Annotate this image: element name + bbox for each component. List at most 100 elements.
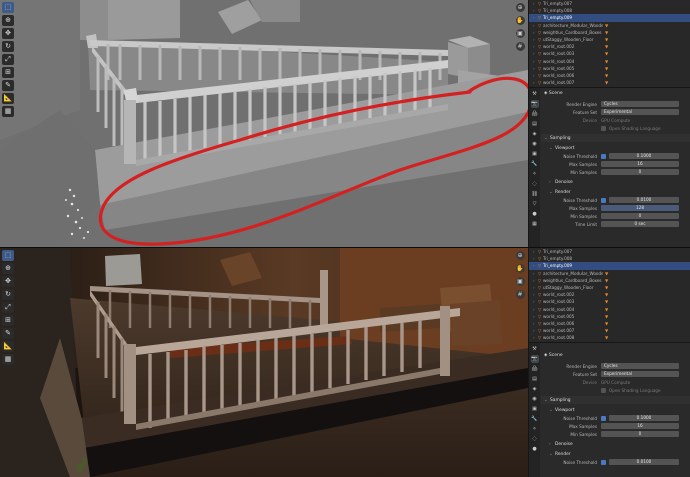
outliner-row[interactable]: › ▽ Tri_empty.008: [529, 7, 690, 14]
transform-tool-icon[interactable]: ⊞: [2, 67, 14, 78]
move-tool-icon[interactable]: ✥: [2, 28, 14, 39]
outliner-row[interactable]: › ▽ utStaggy_Wooden_Floor ▼: [529, 36, 690, 43]
solid-viewport[interactable]: ⬚ ⊕ ✥ ↻ ⤢ ⊞ ✎ 📐 ▦ ⊕ ✋ ▣ #: [0, 0, 528, 247]
cursor-tool-icon[interactable]: ⊕: [2, 263, 14, 274]
outliner-row[interactable]: › ▽ world_root.003 ▼: [529, 298, 690, 305]
osl-checkbox[interactable]: [601, 387, 606, 393]
object-tab-icon[interactable]: ▣: [531, 405, 539, 413]
perspective-grid-icon[interactable]: #: [515, 290, 525, 299]
scene-tab-icon[interactable]: ◈: [531, 385, 539, 393]
feature-set-dropdown[interactable]: Experimental: [601, 109, 679, 115]
render-tab-icon[interactable]: 📷: [530, 100, 539, 108]
output-tab-icon[interactable]: 🖨: [531, 110, 539, 118]
outliner-row[interactable]: › ▽ world_root.003 ▼: [529, 50, 690, 57]
noise-threshold-checkbox[interactable]: [601, 459, 606, 465]
tool-tab-icon[interactable]: ⚒: [531, 90, 539, 98]
viewport-noise-threshold-field[interactable]: 0.1000: [609, 415, 679, 421]
tool-tab-icon[interactable]: ⚒: [531, 345, 539, 353]
sampling-panel-header[interactable]: ⌄ Sampling: [541, 134, 690, 142]
viewport-min-samples-field[interactable]: 0: [601, 169, 679, 175]
data-tab-icon[interactable]: ▽: [531, 200, 539, 208]
outliner-row[interactable]: › ▽ architecture_Modular_Wooden ▼: [529, 270, 690, 277]
render-subpanel-header[interactable]: ⌄ Render: [541, 188, 690, 196]
outliner-row[interactable]: › ▽ world_root.002 ▼: [529, 291, 690, 298]
noise-threshold-checkbox[interactable]: [601, 197, 606, 203]
rotate-tool-icon[interactable]: ↻: [2, 289, 14, 300]
outliner-row[interactable]: › ▽ weightlus_Cardboard_Boxes ▼: [529, 29, 690, 36]
output-tab-icon[interactable]: 🖨: [531, 365, 539, 373]
render-tab-icon[interactable]: 📷: [530, 355, 539, 363]
physics-tab-icon[interactable]: ◌: [531, 435, 539, 443]
physics-tab-icon[interactable]: ◌: [531, 180, 539, 188]
render-noise-threshold-field[interactable]: 0.0100: [609, 197, 679, 203]
rendered-viewport[interactable]: ⊕ ✋ ▣ # ⬚ ⊕ ✥ ↻ ⤢ ⊞ ✎ 📐 ▦: [0, 248, 528, 477]
osl-checkbox[interactable]: [601, 125, 606, 131]
outliner-row[interactable]: › ▽ Tri_empty.007: [529, 0, 690, 7]
measure-tool-icon[interactable]: 📐: [2, 341, 14, 352]
object-tab-icon[interactable]: ▣: [531, 150, 539, 158]
outliner-row[interactable]: › ▽ world_root.005 ▼: [529, 313, 690, 320]
render-subpanel-header[interactable]: ⌄ Render: [541, 450, 690, 458]
annotate-tool-icon[interactable]: ✎: [2, 328, 14, 339]
annotate-tool-icon[interactable]: ✎: [2, 80, 14, 91]
outliner-row[interactable]: › ▽ Tri_empty.008: [529, 255, 690, 262]
render-min-samples-field[interactable]: 0: [601, 213, 679, 219]
scale-tool-icon[interactable]: ⤢: [2, 54, 14, 65]
measure-tool-icon[interactable]: 📐: [2, 93, 14, 104]
outliner-row[interactable]: › ▽ architecture_Modular_Wooden ▼: [529, 22, 690, 29]
add-cube-tool-icon[interactable]: ▦: [2, 106, 14, 117]
outliner-row[interactable]: › ▽ Tri_empty.007: [529, 248, 690, 255]
camera-view-icon[interactable]: ▣: [515, 277, 525, 286]
outliner-row-selected[interactable]: › ▽ Tri_empty.009: [529, 262, 690, 270]
viewport-subpanel-header[interactable]: ⌄ Viewport: [541, 406, 690, 414]
noise-threshold-checkbox[interactable]: [601, 415, 606, 421]
outliner-row[interactable]: › ▽ world_root.008 ▼: [529, 334, 690, 341]
cursor-tool-icon[interactable]: ⊕: [2, 15, 14, 26]
denoise-subpanel-header[interactable]: › Denoise: [541, 440, 690, 448]
device-value[interactable]: GPU Compute: [601, 118, 630, 123]
particles-tab-icon[interactable]: ✧: [531, 170, 539, 178]
feature-set-dropdown[interactable]: Experimental: [601, 371, 679, 377]
outliner-row[interactable]: › ▽ world_root.004 ▼: [529, 306, 690, 313]
scale-tool-icon[interactable]: ⤢: [2, 302, 14, 313]
viewport-subpanel-header[interactable]: ⌄ Viewport: [541, 144, 690, 152]
denoise-subpanel-header[interactable]: › Denoise: [541, 178, 690, 186]
outliner-row[interactable]: › ▽ utStaggy_Wooden_Floor ▼: [529, 284, 690, 291]
render-engine-dropdown[interactable]: Cycles: [601, 363, 679, 369]
outliner-row[interactable]: › ▽ world_root.005 ▼: [529, 65, 690, 72]
texture-tab-icon[interactable]: ▦: [531, 220, 539, 228]
noise-threshold-checkbox[interactable]: [601, 153, 606, 159]
outliner-row[interactable]: › ▽ world_root.006 ▼: [529, 320, 690, 327]
particles-tab-icon[interactable]: ✧: [531, 425, 539, 433]
render-noise-threshold-field[interactable]: 0.0100: [609, 459, 679, 465]
device-value[interactable]: GPU Compute: [601, 380, 630, 385]
select-tool-icon[interactable]: ⬚: [2, 2, 14, 13]
viewport-noise-threshold-field[interactable]: 0.1000: [609, 153, 679, 159]
camera-view-icon[interactable]: ▣: [515, 29, 525, 38]
outliner-row-selected[interactable]: › ▽ Tri_empty.009: [529, 14, 690, 22]
viewport-max-samples-field[interactable]: 16: [601, 161, 679, 167]
outliner-top[interactable]: › ▽ Tri_empty.007 › ▽ Tri_empty.008 › ▽ Tri_em…: [529, 0, 690, 88]
outliner-row[interactable]: › ▽ world_root.002 ▼: [529, 43, 690, 50]
outliner-row[interactable]: › ▽ world_root.007 ▼: [529, 79, 690, 86]
modifier-tab-icon[interactable]: 🔧: [531, 160, 539, 168]
outliner-row[interactable]: › ▽ world_root.006 ▼: [529, 72, 690, 79]
pan-hand-icon[interactable]: ✋: [515, 16, 525, 25]
world-tab-icon[interactable]: ◉: [531, 395, 539, 403]
zoom-icon[interactable]: ⊕: [515, 3, 525, 12]
zoom-icon[interactable]: ⊕: [515, 251, 525, 260]
render-max-samples-field[interactable]: 128: [601, 205, 679, 211]
outliner-row[interactable]: › ▽ weightlus_Cardboard_Boxes ▼: [529, 277, 690, 284]
constraints-tab-icon[interactable]: ⛓: [531, 190, 539, 198]
material-tab-icon[interactable]: ●: [531, 210, 539, 218]
sampling-panel-header[interactable]: ⌄ Sampling: [541, 396, 690, 404]
view-layer-tab-icon[interactable]: ▤: [531, 375, 539, 383]
material-tab-icon[interactable]: ●: [531, 445, 539, 453]
viewport-min-samples-field[interactable]: 0: [601, 431, 679, 437]
modifier-tab-icon[interactable]: 🔧: [531, 415, 539, 423]
pan-hand-icon[interactable]: ✋: [515, 264, 525, 273]
outliner-row[interactable]: › ▽ world_root.004 ▼: [529, 58, 690, 65]
move-tool-icon[interactable]: ✥: [2, 276, 14, 287]
outliner-row[interactable]: › ▽ world_root.007 ▼: [529, 327, 690, 334]
scene-tab-icon[interactable]: ◈: [531, 130, 539, 138]
